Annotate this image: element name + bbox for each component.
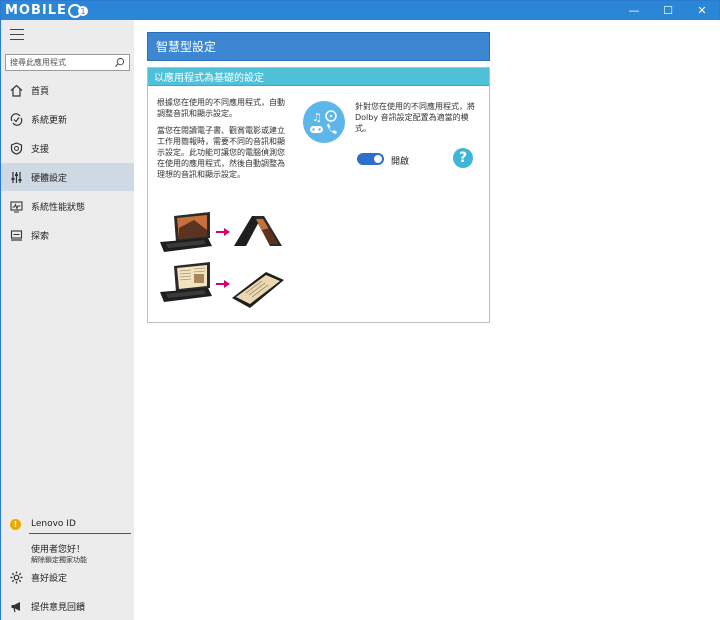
sidebar-item-explore[interactable]: 探索 [1,221,134,249]
sidebar-item-label: 硬體設定 [31,173,68,184]
account-icon: ! [10,518,21,530]
lenovo-id-label: Lenovo ID [31,519,76,529]
sidebar-item-system-update[interactable]: 系統更新 [1,105,134,133]
description-paragraph-1: 根據您在使用的不同應用程式，自動調整音訊和顯示設定。 [157,98,285,118]
sidebar-item-label: 首頁 [31,86,50,97]
toggle-knob [374,155,382,163]
hamburger-menu-icon[interactable] [10,29,24,40]
preferences-button[interactable]: 喜好設定 [1,565,134,589]
logo-text: MOBILE [5,3,67,18]
card-header: 以應用程式為基礎的設定 [148,68,489,86]
close-button[interactable]: ✕ [685,1,719,20]
svg-text:1: 1 [80,7,85,16]
sidebar: 搜尋此應用程式 首頁 系統更新 支援 硬體設定 系統性能狀態 探索 ! Leno… [1,20,134,620]
logo-mark-icon: 1 [67,3,88,18]
sidebar-item-label: 系統性能狀態 [31,202,86,213]
feedback-label: 提供意見回饋 [31,602,86,613]
svg-text:♫: ♫ [312,111,322,124]
hardware-settings-icon [9,170,23,184]
sidebar-item-home[interactable]: 首頁 [1,76,134,104]
system-health-icon [9,199,23,213]
sidebar-item-hardware-settings[interactable]: 硬體設定 [1,163,134,191]
explore-icon [9,228,23,242]
toggle-label: 開啟 [391,157,410,167]
title-bar: MOBILE 1 — ☐ ✕ [1,1,719,20]
watermark-logo: MOBILE 1 [5,1,89,20]
page-title: 智慧型設定 [147,32,490,61]
description-paragraph-2: 當您在閱讀電子書、觀賞電影或建立工作用簡報時，需要不同的音訊和顯示設定。此功能可… [157,126,285,179]
divider [29,533,131,534]
sidebar-item-label: 支援 [31,144,50,155]
sidebar-item-system-health[interactable]: 系統性能狀態 [1,192,134,220]
lenovo-id-section[interactable]: ! Lenovo ID [1,515,134,534]
feedback-button[interactable]: 提供意見回饋 [1,594,134,618]
support-icon [9,141,23,155]
device-modes-illustration [160,212,284,308]
description: 根據您在使用的不同應用程式，自動調整音訊和顯示設定。 當您在閱讀電子書、觀賞電影… [157,97,287,186]
megaphone-icon [9,599,23,613]
search-placeholder: 搜尋此應用程式 [10,58,66,67]
window-controls: — ☐ ✕ [617,1,719,20]
search-icon[interactable] [114,57,125,68]
app-window: MOBILE 1 — ☐ ✕ 搜尋此應用程式 首頁 系統更新 支援 硬體設定 系… [0,0,720,620]
home-icon [9,83,23,97]
unlock-features-text: 解除鎖定獨家功能 [31,556,87,564]
search-input[interactable]: 搜尋此應用程式 [5,54,130,71]
preferences-label: 喜好設定 [31,573,68,584]
sidebar-item-label: 探索 [31,231,50,242]
maximize-button[interactable]: ☐ [651,1,685,20]
smart-settings-toggle[interactable] [357,153,384,165]
dolby-description: 針對您在使用的不同應用程式，將 Dolby 音訊設定配置為適當的模式。 [355,102,475,133]
media-apps-icon: ♫ [303,101,345,143]
greeting-text: 使用者您好！ [31,545,86,555]
system-update-icon [9,112,23,126]
sidebar-item-support[interactable]: 支援 [1,134,134,162]
sidebar-item-label: 系統更新 [31,115,68,126]
help-icon[interactable]: ? [453,148,473,168]
gear-icon [9,570,23,584]
main-content: 智慧型設定 以應用程式為基礎的設定 根據您在使用的不同應用程式，自動調整音訊和顯… [134,20,720,620]
app-based-settings-card: 以應用程式為基礎的設定 根據您在使用的不同應用程式，自動調整音訊和顯示設定。 當… [147,67,490,323]
minimize-button[interactable]: — [617,1,651,20]
